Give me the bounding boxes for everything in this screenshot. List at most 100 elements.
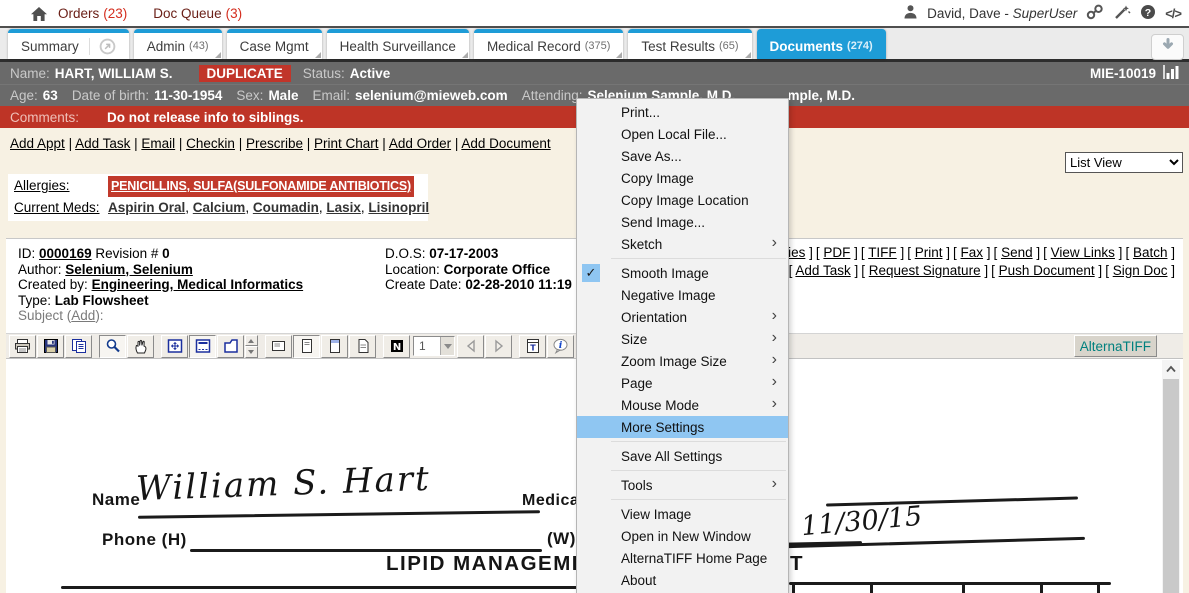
request-signature-link[interactable]: Request Signature [861, 263, 988, 278]
zoom-button[interactable] [99, 335, 126, 358]
view-select[interactable]: List View [1065, 152, 1183, 173]
menu-item-print[interactable]: Print... [577, 101, 788, 123]
page-landscape-button[interactable] [265, 335, 292, 358]
menu-item-save-as[interactable]: Save As... [577, 145, 788, 167]
wand-icon[interactable] [1113, 4, 1131, 23]
fit-spinner[interactable] [245, 335, 258, 358]
fit-width-button[interactable] [189, 335, 216, 358]
tab-summary[interactable]: Summary [8, 29, 129, 59]
menu-item-about[interactable]: About [577, 569, 788, 591]
next-page-button[interactable] [485, 335, 512, 358]
prev-page-button[interactable] [457, 335, 484, 358]
menu-item-alternatiff-home-page[interactable]: AlternaTIFF Home Page [577, 547, 788, 569]
duplicate-badge[interactable]: DUPLICATE [199, 65, 291, 82]
print-chart-link[interactable]: Print Chart [303, 136, 379, 151]
patient-email[interactable]: selenium@mieweb.com [355, 88, 508, 103]
status-label: Status: [303, 66, 345, 81]
menu-item-copy-image[interactable]: Copy Image [577, 167, 788, 189]
negative-button[interactable]: N [383, 335, 410, 358]
tiff-link[interactable]: TIFF [861, 245, 904, 260]
allergy-badge[interactable]: PENICILLINS, SULFA(SULFONAMIDE ANTIBIOTI… [108, 176, 414, 197]
nav-orders[interactable]: Orders(23) [58, 6, 127, 21]
user-name[interactable]: David, Dave - SuperUser [927, 6, 1077, 21]
menu-item-send-image[interactable]: Send Image... [577, 211, 788, 233]
page-band-button[interactable] [321, 335, 348, 358]
structure-button[interactable]: T [519, 335, 546, 358]
menu-item-size[interactable]: Size [577, 328, 788, 350]
scroll-up-icon[interactable] [1162, 360, 1180, 377]
subject-add-link[interactable]: Add [71, 308, 95, 323]
allergies-label[interactable]: Allergies: [14, 175, 108, 196]
print-link[interactable]: Print [907, 245, 950, 260]
push-document-link[interactable]: Push Document [991, 263, 1102, 278]
med-link[interactable]: Aspirin Oral [108, 200, 185, 215]
fit-window-button[interactable] [161, 335, 188, 358]
print-button[interactable] [9, 335, 36, 358]
add-task-link[interactable]: Add Task [65, 136, 131, 151]
send-link[interactable]: Send [994, 245, 1041, 260]
chart-icon[interactable] [1163, 65, 1179, 82]
add-document-link[interactable]: Add Document [451, 136, 551, 151]
med-link[interactable]: Coumadin [245, 200, 319, 215]
page-number-box[interactable]: 1 [413, 336, 455, 356]
add-appt-link[interactable]: Add Appt [10, 136, 65, 151]
nav-doc-queue[interactable]: Doc Queue(3) [153, 6, 242, 21]
checkin-link[interactable]: Checkin [175, 136, 235, 151]
menu-item-copy-image-location[interactable]: Copy Image Location [577, 189, 788, 211]
user-role: SuperUser [1013, 6, 1078, 21]
link-icon[interactable] [1086, 4, 1104, 23]
menu-item-open-in-new-window[interactable]: Open in New Window [577, 525, 788, 547]
fit-page-button[interactable] [217, 335, 244, 358]
help-icon[interactable]: ? [1140, 4, 1156, 23]
menu-item-sketch[interactable]: Sketch [577, 233, 788, 255]
tab-admin[interactable]: Admin(43) [134, 29, 222, 59]
batch-link[interactable]: Batch [1125, 245, 1175, 260]
home-icon[interactable] [30, 6, 48, 27]
menu-item-negative-image[interactable]: Negative Image [577, 284, 788, 306]
add-task-doc-link[interactable]: Add Task [789, 263, 859, 278]
add-order-link[interactable]: Add Order [379, 136, 452, 151]
page-dropdown-icon[interactable] [440, 337, 454, 355]
med-link[interactable]: Lasix [319, 200, 361, 215]
sign-doc-link[interactable]: Sign Doc [1105, 263, 1175, 278]
fax-link[interactable]: Fax [953, 245, 991, 260]
med-link[interactable]: Calcium [185, 200, 245, 215]
menu-item-tools[interactable]: Tools [577, 474, 788, 496]
scrollbar-thumb[interactable] [1163, 379, 1179, 593]
tab-test-results[interactable]: Test Results(65) [628, 29, 751, 59]
download-button[interactable] [1151, 34, 1184, 60]
menu-item-page[interactable]: Page [577, 372, 788, 394]
med-link[interactable]: Lisinopril [361, 200, 429, 215]
author-link[interactable]: Selenium, Selenium [65, 262, 193, 277]
menu-item-view-image[interactable]: View Image [577, 503, 788, 525]
menu-item-save-all-settings[interactable]: Save All Settings [577, 445, 788, 467]
vertical-scrollbar[interactable] [1162, 360, 1180, 593]
current-meds-label[interactable]: Current Meds: [14, 197, 108, 218]
tab-case-mgmt[interactable]: Case Mgmt [227, 29, 322, 59]
menu-item-open-local-file[interactable]: Open Local File... [577, 123, 788, 145]
page-notes-button[interactable] [349, 335, 376, 358]
view-links-link[interactable]: View Links [1043, 245, 1122, 260]
copy-button[interactable] [65, 335, 92, 358]
tab-documents[interactable]: Documents(274) [757, 29, 886, 59]
email-link[interactable]: Email [130, 136, 175, 151]
pan-hand-button[interactable] [127, 335, 154, 358]
menu-item-more-settings[interactable]: More Settings [577, 416, 788, 438]
menu-item-smooth-image[interactable]: Smooth Image [577, 262, 788, 284]
alternatiff-badge: AlternaTIFF [1074, 335, 1157, 357]
code-icon[interactable] [1165, 6, 1181, 21]
page-portrait-button[interactable] [293, 335, 320, 358]
tab-health-surveillance[interactable]: Health Surveillance [327, 29, 469, 59]
pdf-link[interactable]: PDF [816, 245, 858, 260]
menu-item-zoom-image-size[interactable]: Zoom Image Size [577, 350, 788, 372]
open-external-icon[interactable] [89, 38, 116, 55]
user-icon [903, 4, 918, 22]
prescribe-link[interactable]: Prescribe [235, 136, 303, 151]
menu-item-orientation[interactable]: Orientation [577, 306, 788, 328]
menu-item-mouse-mode[interactable]: Mouse Mode [577, 394, 788, 416]
save-button[interactable] [37, 335, 64, 358]
document-id-link[interactable]: 0000169 [39, 246, 92, 261]
created-by-link[interactable]: Engineering, Medical Informatics [92, 277, 304, 292]
info-button[interactable]: i [547, 335, 574, 358]
tab-medical-record[interactable]: Medical Record(375) [474, 29, 623, 59]
